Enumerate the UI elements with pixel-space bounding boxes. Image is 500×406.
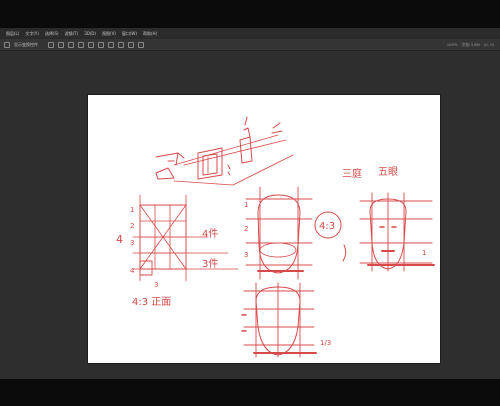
menu-item-help[interactable]: 帮助(H) (143, 31, 157, 37)
face-number-3: 3 (244, 251, 248, 259)
face-lower: 1/3 (241, 282, 331, 358)
doc-size-readout: 文档:3.9M (461, 41, 480, 47)
menu-bar: 图层(L) 文字(Y) 选择(S) 滤镜(T) 3D(D) 视图(V) 窗口(W… (0, 28, 500, 39)
menu-item-type[interactable]: 文字(Y) (25, 31, 39, 37)
3d-mode-icon[interactable] (128, 41, 134, 48)
bottom-black-strip (0, 379, 500, 406)
face-three-label: 三庭 (342, 167, 362, 180)
align-left-icon[interactable] (48, 41, 54, 48)
position-readout: (0, 0) (483, 42, 494, 47)
fraction-label: 1/3 (320, 339, 331, 347)
move-tool-icon[interactable] (4, 41, 10, 48)
label-4-side: 4件 (202, 228, 218, 240)
face-number-2: 2 (244, 225, 248, 233)
options-toolbar: 显示变换控件 100% 文档:3.9M (0, 0) (0, 39, 500, 51)
status-info: 100% 文档:3.9M (0, 0) (447, 39, 494, 50)
face-right: 1 (359, 192, 435, 272)
drawing-canvas[interactable]: 1 2 3 4 4 4件 3件 3 4:3 正面 1 2 3 4:3 三庭 五眼… (88, 95, 440, 363)
menu-item-window[interactable]: 窗口(W) (122, 31, 137, 37)
face-upper: 1 2 3 (244, 186, 313, 280)
menu-item-view[interactable]: 视图(V) (102, 31, 116, 37)
zoom-readout: 100% (446, 42, 458, 47)
label-bottom-3: 3 (154, 281, 158, 289)
distribute-v-icon[interactable] (118, 41, 124, 48)
align-top-icon[interactable] (78, 41, 84, 48)
grid-number-1: 1 (130, 206, 134, 214)
align-bottom-icon[interactable] (98, 41, 104, 48)
ratio-label: 4:3 (319, 221, 335, 232)
3d-rotate-icon[interactable] (138, 41, 144, 48)
grid-box: 1 2 3 4 4 4件 3件 3 4:3 正面 (116, 194, 239, 308)
ratio-circle: 4:3 (314, 211, 347, 262)
distribute-icon[interactable] (108, 41, 114, 48)
menu-item-3d[interactable]: 3D(D) (84, 31, 96, 36)
align-center-icon[interactable] (58, 41, 64, 48)
bottom-caption: 4:3 正面 (132, 297, 171, 308)
grid-number-4: 4 (130, 267, 135, 275)
sketch-drawing: 1 2 3 4 4 4件 3件 3 4:3 正面 1 2 3 4:3 三庭 五眼… (116, 116, 435, 358)
align-right-icon[interactable] (68, 41, 74, 48)
grid-number-2: 2 (130, 222, 134, 230)
label-4-left: 4 (116, 233, 123, 246)
menu-item-layer[interactable]: 图层(L) (6, 31, 19, 37)
show-transform-label[interactable]: 显示变换控件 (14, 42, 38, 48)
face-five-label: 五眼 (378, 166, 398, 178)
right-number-1: 1 (422, 249, 426, 257)
label-3-side: 3件 (202, 258, 218, 270)
align-middle-icon[interactable] (88, 41, 94, 48)
menu-item-filter[interactable]: 滤镜(T) (65, 31, 79, 37)
top-black-strip (0, 0, 500, 28)
face-number-1: 1 (244, 201, 248, 209)
menu-item-select[interactable]: 选择(S) (45, 31, 59, 37)
perspective-sketch (155, 116, 294, 186)
grid-number-3: 3 (130, 239, 134, 247)
